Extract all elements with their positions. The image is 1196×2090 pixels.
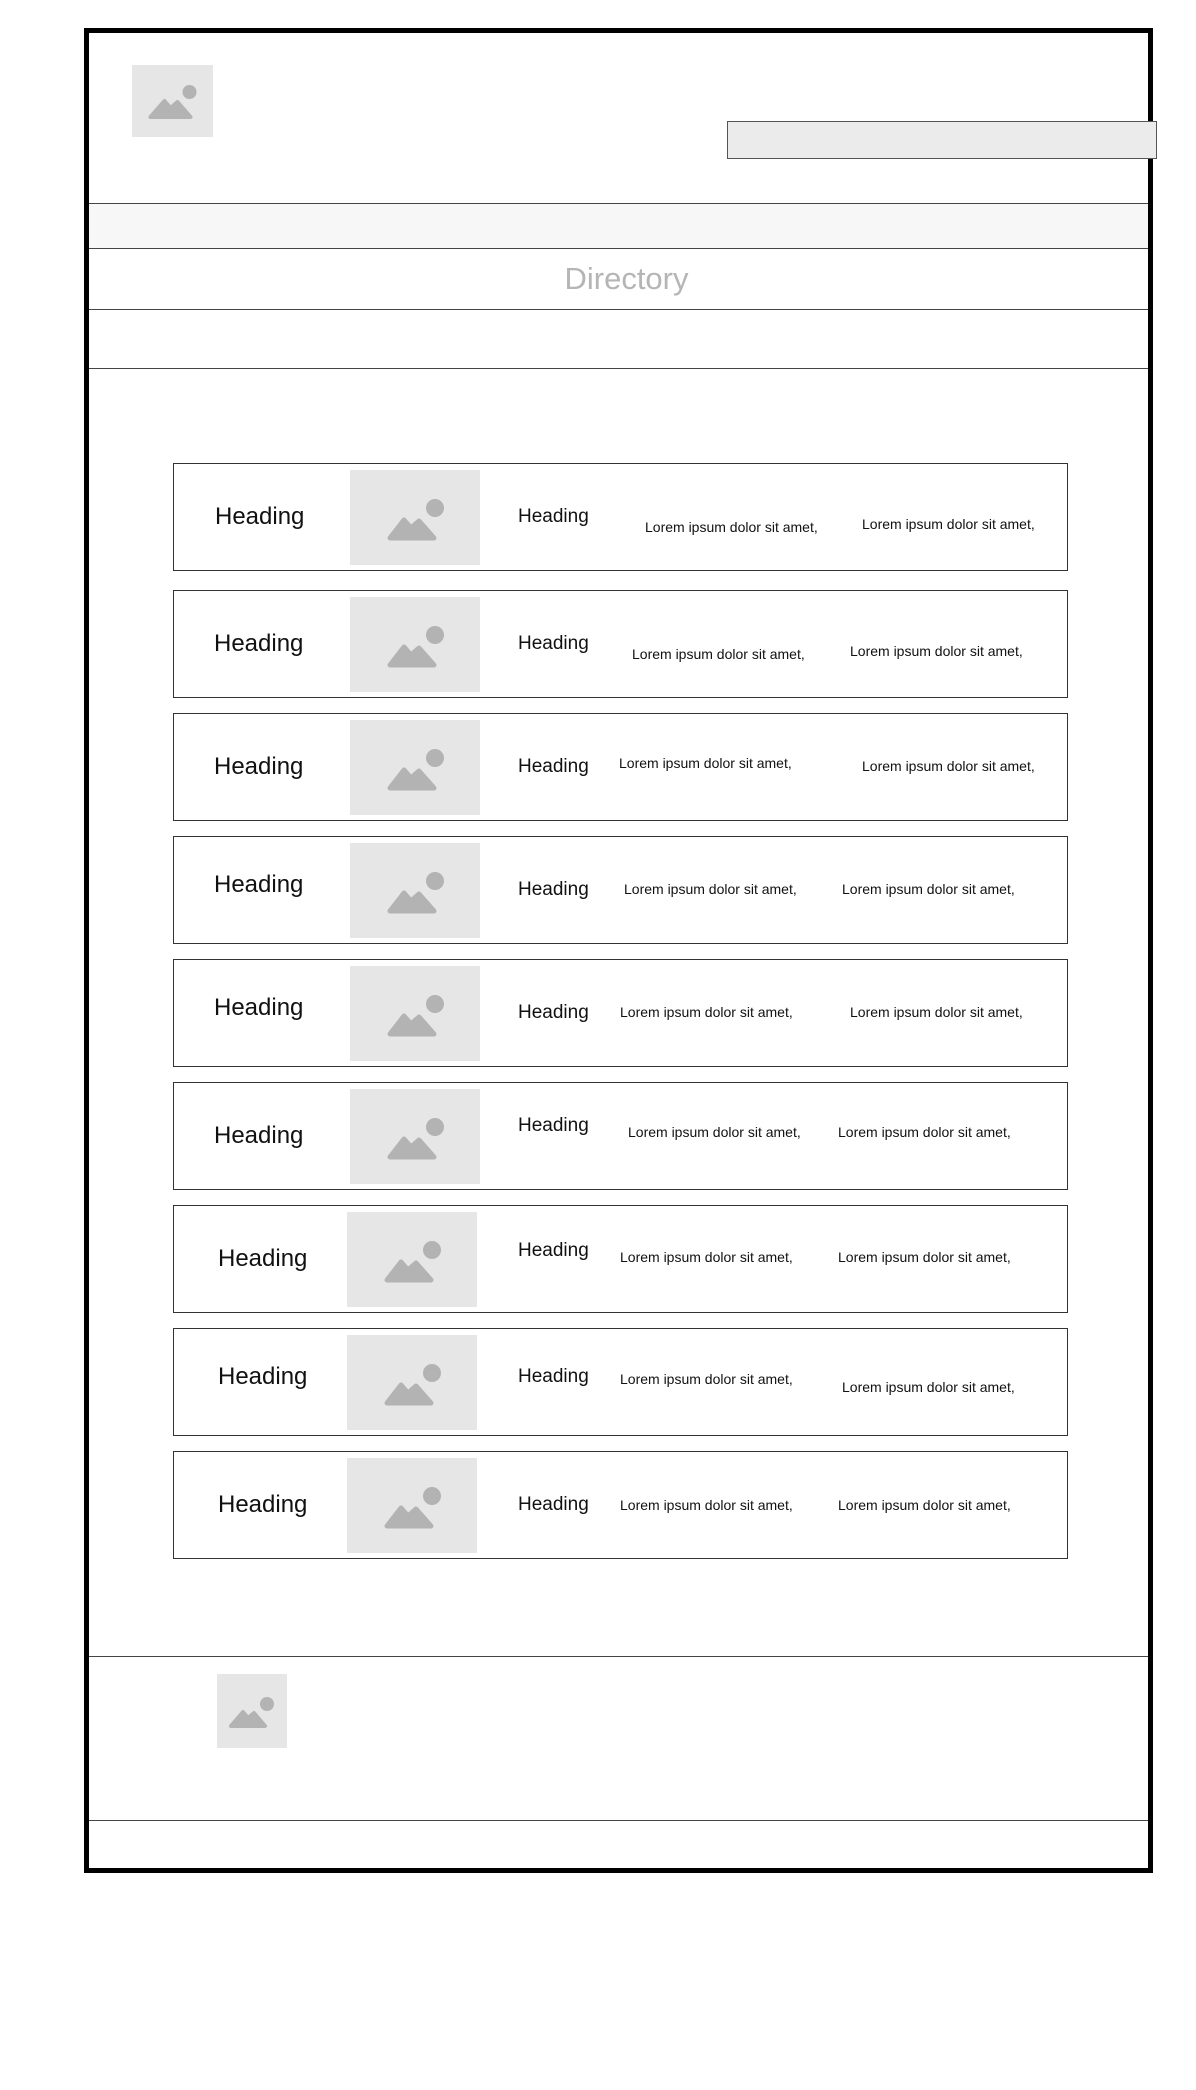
item-heading: Heading: [215, 503, 305, 530]
item-subheading: Heading: [518, 1494, 589, 1515]
navigation-bar[interactable]: [89, 203, 1148, 249]
item-subheading: Heading: [518, 1002, 589, 1023]
item-heading: Heading: [214, 871, 304, 898]
item-subheading: Heading: [518, 1115, 589, 1136]
item-text-1: Lorem ipsum dolor sit amet,: [619, 755, 792, 771]
item-subheading: Heading: [518, 1240, 589, 1261]
list-item[interactable]: Heading Heading Lorem ipsum dolor sit am…: [173, 463, 1068, 571]
list-item[interactable]: Heading Heading Lorem ipsum dolor sit am…: [173, 713, 1068, 821]
divider: [89, 368, 1148, 369]
list-item[interactable]: Heading Heading Lorem ipsum dolor sit am…: [173, 836, 1068, 944]
list-item[interactable]: Heading Heading Lorem ipsum dolor sit am…: [173, 1082, 1068, 1190]
item-thumbnail: [347, 1212, 477, 1307]
logo-image[interactable]: [132, 65, 213, 137]
image-placeholder-icon: [384, 1487, 441, 1529]
image-placeholder-icon: [387, 995, 444, 1037]
image-placeholder-icon: [387, 749, 444, 791]
item-subheading: Heading: [518, 1366, 589, 1387]
item-text-2: Lorem ipsum dolor sit amet,: [850, 643, 1023, 659]
footer-logo-image[interactable]: [217, 1674, 287, 1748]
image-placeholder-icon: [387, 499, 444, 541]
item-thumbnail: [347, 1335, 477, 1430]
item-text-1: Lorem ipsum dolor sit amet,: [645, 519, 818, 535]
item-text-2: Lorem ipsum dolor sit amet,: [842, 881, 1015, 897]
page-frame: Directory Heading Heading Lorem ipsum do…: [84, 28, 1157, 1873]
item-thumbnail: [350, 966, 480, 1061]
page-title: Directory: [564, 261, 689, 296]
item-thumbnail: [350, 1089, 480, 1184]
item-text-1: Lorem ipsum dolor sit amet,: [620, 1249, 793, 1265]
image-placeholder-icon: [387, 872, 444, 914]
item-heading: Heading: [218, 1363, 308, 1390]
image-placeholder-icon: [387, 1118, 444, 1160]
divider: [89, 309, 1148, 310]
item-subheading: Heading: [518, 756, 589, 777]
item-text-1: Lorem ipsum dolor sit amet,: [628, 1124, 801, 1140]
item-text-2: Lorem ipsum dolor sit amet,: [838, 1124, 1011, 1140]
footer-divider: [89, 1820, 1148, 1821]
footer-divider: [89, 1656, 1148, 1657]
list-item[interactable]: Heading Heading Lorem ipsum dolor sit am…: [173, 1328, 1068, 1436]
image-placeholder-icon: [387, 626, 444, 668]
item-text-1: Lorem ipsum dolor sit amet,: [632, 646, 805, 662]
item-subheading: Heading: [518, 633, 589, 654]
item-text-1: Lorem ipsum dolor sit amet,: [620, 1004, 793, 1020]
item-text-1: Lorem ipsum dolor sit amet,: [620, 1497, 793, 1513]
item-text-1: Lorem ipsum dolor sit amet,: [624, 881, 797, 897]
item-subheading: Heading: [518, 879, 589, 900]
item-thumbnail: [350, 843, 480, 938]
item-text-2: Lorem ipsum dolor sit amet,: [838, 1249, 1011, 1265]
item-text-2: Lorem ipsum dolor sit amet,: [850, 1004, 1023, 1020]
item-text-2: Lorem ipsum dolor sit amet,: [862, 516, 1035, 532]
item-thumbnail: [350, 470, 480, 565]
list-item[interactable]: Heading Heading Lorem ipsum dolor sit am…: [173, 959, 1068, 1067]
image-placeholder-icon: [229, 1697, 274, 1728]
item-subheading: Heading: [518, 506, 589, 527]
item-thumbnail: [350, 720, 480, 815]
list-item[interactable]: Heading Heading Lorem ipsum dolor sit am…: [173, 590, 1068, 698]
item-text-2: Lorem ipsum dolor sit amet,: [842, 1379, 1015, 1395]
item-text-2: Lorem ipsum dolor sit amet,: [838, 1497, 1011, 1513]
item-text-2: Lorem ipsum dolor sit amet,: [862, 758, 1035, 774]
item-heading: Heading: [214, 630, 304, 657]
image-placeholder-icon: [384, 1364, 441, 1406]
list-item[interactable]: Heading Heading Lorem ipsum dolor sit am…: [173, 1451, 1068, 1559]
search-input[interactable]: [727, 121, 1157, 159]
item-thumbnail: [347, 1458, 477, 1553]
item-heading: Heading: [214, 753, 304, 780]
item-text-1: Lorem ipsum dolor sit amet,: [620, 1371, 793, 1387]
image-placeholder-icon: [148, 85, 197, 119]
item-heading: Heading: [218, 1245, 308, 1272]
item-thumbnail: [350, 597, 480, 692]
image-placeholder-icon: [384, 1241, 441, 1283]
item-heading: Heading: [214, 994, 304, 1021]
item-heading: Heading: [218, 1491, 308, 1518]
list-item[interactable]: Heading Heading Lorem ipsum dolor sit am…: [173, 1205, 1068, 1313]
item-heading: Heading: [214, 1122, 304, 1149]
